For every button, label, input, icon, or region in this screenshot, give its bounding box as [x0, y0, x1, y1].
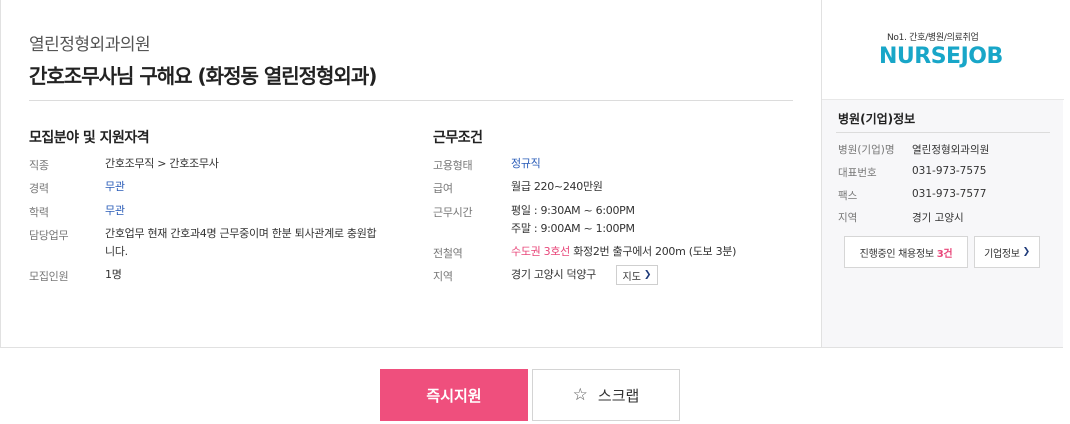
recruit-section-title: 모집분야 및 지원자격: [29, 130, 150, 146]
station-detail: 화정2번 출구에서 200m (도보 3분): [573, 245, 737, 258]
recruit-value-education: 무관: [105, 204, 125, 217]
recruit-value-career: 무관: [105, 180, 125, 193]
company-value-region: 경기 고양시: [912, 212, 964, 224]
company-info-button-label: 기업정보: [984, 248, 1020, 260]
company-label-region: 지역: [838, 212, 858, 224]
company-info-button[interactable]: 기업정보 ❯: [974, 236, 1040, 268]
company-value-name: 열린정형외과의원: [912, 144, 990, 156]
recruit-label-education: 학력: [29, 206, 49, 219]
chevron-right-icon: ❯: [643, 270, 652, 280]
title-divider: [29, 100, 793, 101]
recruit-value-duty: 간호업무 현재 간호과4명 근무중이며 한분 퇴사관계로 충원합: [105, 227, 377, 240]
subway-line: 수도권 3호선: [511, 245, 570, 258]
conditions-section-title: 근무조건: [433, 130, 483, 146]
scrap-button-label: 스크랩: [597, 386, 640, 405]
recruit-value-job: 간호조무직 > 간호조무사: [105, 157, 219, 170]
cond-value-type: 정규직: [511, 157, 541, 170]
company-value-fax: 031-973-7577: [912, 188, 987, 200]
apply-now-button[interactable]: 즉시지원: [380, 369, 528, 421]
company-value-phone: 031-973-7575: [912, 165, 987, 177]
recruit-label-career: 경력: [29, 182, 49, 195]
recruit-value-headcount: 1명: [105, 268, 122, 281]
cond-label-region: 지역: [433, 270, 453, 283]
cond-label-hours: 근무시간: [433, 206, 473, 219]
recruit-value-duty-cont: 니다.: [105, 245, 128, 258]
company-label-phone: 대표번호: [838, 167, 877, 179]
company-name[interactable]: 열린정형외과의원: [29, 30, 151, 55]
company-sidebar: No1. 간호/병원/의료취업 NURSEJOB 병원(기업)정보 병원(기업)…: [821, 0, 1064, 347]
active-jobs-label: 진행중인 채용정보: [859, 248, 934, 260]
map-button[interactable]: 지도 ❯: [616, 265, 658, 285]
company-info-divider: [836, 132, 1050, 133]
map-button-label: 지도: [622, 271, 641, 283]
recruit-label-headcount: 모집인원: [29, 270, 69, 283]
cond-label-station: 전철역: [433, 247, 463, 260]
star-icon: ☆: [572, 385, 588, 405]
scrap-button[interactable]: ☆ 스크랩: [532, 369, 680, 421]
chevron-right-icon: ❯: [1022, 247, 1031, 257]
job-posting-card: 열린정형외과의원 간호조무사님 구해요 (화정동 열린정형외과) 모집분야 및 …: [0, 0, 1064, 348]
active-jobs-button[interactable]: 진행중인 채용정보 3건: [844, 236, 968, 268]
job-title: 간호조무사님 구해요 (화정동 열린정형외과): [29, 64, 377, 88]
cond-value-salary: 월급 220~240만원: [511, 180, 603, 193]
cond-label-salary: 급여: [433, 182, 453, 195]
cond-value-region: 경기 고양시 덕양구: [511, 268, 596, 281]
company-info-title: 병원(기업)정보: [838, 112, 916, 126]
nursejob-logo[interactable]: NURSEJOB: [879, 44, 1003, 69]
cond-value-hours-weekend: 주말 : 9:00AM ~ 1:00PM: [511, 222, 635, 235]
cond-value-hours-weekday: 평일 : 9:30AM ~ 6:00PM: [511, 204, 635, 217]
active-jobs-count: 3건: [936, 248, 953, 260]
company-label-fax: 팩스: [838, 190, 858, 202]
company-label-name: 병원(기업)명: [838, 144, 895, 156]
recruit-label-duty: 담당업무: [29, 229, 69, 242]
recruit-label-job: 직종: [29, 159, 49, 172]
job-main-panel: 열린정형외과의원 간호조무사님 구해요 (화정동 열린정형외과) 모집분야 및 …: [1, 0, 821, 347]
cond-label-type: 고용형태: [433, 159, 473, 172]
logo-tagline: No1. 간호/병원/의료취업: [887, 33, 979, 43]
logo-area: No1. 간호/병원/의료취업 NURSEJOB: [822, 0, 1064, 100]
cond-value-station: 수도권 3호선 화정2번 출구에서 200m (도보 3분): [511, 242, 736, 261]
